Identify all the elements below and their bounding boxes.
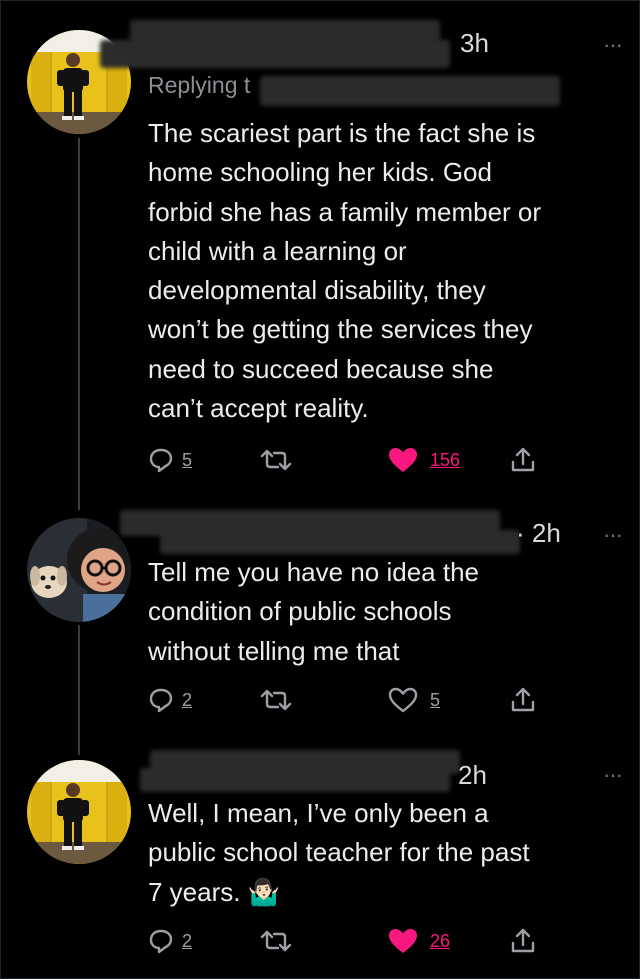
heart-outline-icon bbox=[388, 687, 418, 713]
tweet-text-line: Tell me you have no idea the bbox=[148, 557, 479, 587]
tweet-text-line: 7 years. 🤷🏻‍♂️ bbox=[148, 876, 281, 907]
timestamp[interactable]: 2h bbox=[458, 760, 487, 791]
reply-button[interactable]: 2 bbox=[148, 684, 192, 716]
retweet-button[interactable] bbox=[260, 444, 292, 476]
timestamp[interactable]: 3h bbox=[460, 28, 489, 59]
retweet-icon bbox=[260, 689, 292, 711]
tweet-text-line: without telling me that bbox=[148, 635, 400, 666]
reply-button[interactable]: 5 bbox=[148, 444, 192, 476]
tweet-text-line: Well, I mean, I’ve only been a bbox=[148, 798, 489, 828]
redacted-handle bbox=[160, 530, 520, 554]
share-button[interactable] bbox=[510, 444, 536, 476]
reply-icon bbox=[149, 688, 173, 713]
share-button[interactable] bbox=[510, 925, 536, 957]
tweet-text-line: need to succeed because she bbox=[148, 353, 494, 384]
tweet-text-line: won’t be getting the services they bbox=[148, 314, 533, 345]
share-icon bbox=[511, 687, 535, 712]
redacted-handle bbox=[100, 40, 450, 68]
tweet-text-line: forbid she has a family member or bbox=[148, 196, 542, 227]
share-icon bbox=[511, 447, 535, 472]
retweet-icon bbox=[260, 930, 292, 952]
retweet-icon bbox=[260, 449, 292, 471]
redacted-reply-handle bbox=[260, 76, 560, 106]
woman-with-glasses-and-dog-avatar-image bbox=[27, 518, 131, 622]
reply-icon bbox=[149, 448, 173, 473]
more-options-icon[interactable]: ··· bbox=[603, 522, 623, 548]
tweet[interactable]: · 2h ··· Tell me you have no idea the co… bbox=[0, 500, 640, 740]
tweet-text-line: developmental disability, they bbox=[148, 275, 486, 306]
tweet-text-line: condition of public schools bbox=[148, 596, 452, 627]
tweet-text: Well, I mean, I’ve only been a public sc… bbox=[148, 794, 618, 912]
tweet-text-line: can’t accept reality. bbox=[148, 393, 369, 424]
retweet-button[interactable] bbox=[260, 684, 292, 716]
more-options-icon[interactable]: ··· bbox=[603, 32, 623, 58]
tweet-text-line: public school teacher for the past bbox=[148, 837, 530, 868]
reply-icon bbox=[149, 929, 173, 954]
tweet-text-line: child with a learning or bbox=[148, 235, 407, 266]
tweet-text-line: The scariest part is the fact she is bbox=[148, 118, 536, 148]
like-count: 26 bbox=[430, 930, 451, 951]
avatar[interactable] bbox=[27, 518, 131, 622]
like-button[interactable]: 156 bbox=[388, 444, 460, 476]
like-button[interactable]: 5 bbox=[388, 684, 440, 716]
reply-count: 2 bbox=[182, 689, 193, 710]
like-count: 156 bbox=[430, 449, 461, 470]
share-button[interactable] bbox=[510, 684, 536, 716]
more-options-icon[interactable]: ··· bbox=[603, 762, 623, 788]
tweet-actions: 2 26 bbox=[148, 925, 548, 957]
tweet-actions: 2 5 bbox=[148, 684, 548, 716]
replying-to-label: Replying t bbox=[148, 72, 251, 98]
man-in-school-hallway-avatar-image bbox=[27, 760, 131, 864]
tweet-actions: 5 156 bbox=[148, 444, 548, 476]
retweet-button[interactable] bbox=[260, 925, 292, 957]
tweet-text: The scariest part is the fact she is hom… bbox=[148, 114, 618, 428]
like-count: 5 bbox=[430, 689, 441, 710]
heart-filled-icon bbox=[389, 929, 417, 953]
reply-count: 2 bbox=[182, 930, 193, 951]
tweet[interactable]: 2h ··· Well, I mean, I’ve only been a pu… bbox=[0, 740, 640, 979]
tweet-text-line: home schooling her kids. God bbox=[148, 157, 492, 188]
heart-filled-icon bbox=[389, 448, 417, 472]
like-button[interactable]: 26 bbox=[388, 925, 450, 957]
tweet[interactable]: 3h ··· Replying t The scariest part is t… bbox=[0, 0, 640, 500]
reply-count: 5 bbox=[182, 449, 193, 470]
tweet-text: Tell me you have no idea the condition o… bbox=[148, 553, 618, 671]
reply-button[interactable]: 2 bbox=[148, 925, 192, 957]
timestamp[interactable]: · 2h bbox=[516, 518, 561, 549]
share-icon bbox=[511, 928, 535, 953]
avatar[interactable] bbox=[27, 760, 131, 864]
redacted-handle bbox=[140, 768, 450, 792]
